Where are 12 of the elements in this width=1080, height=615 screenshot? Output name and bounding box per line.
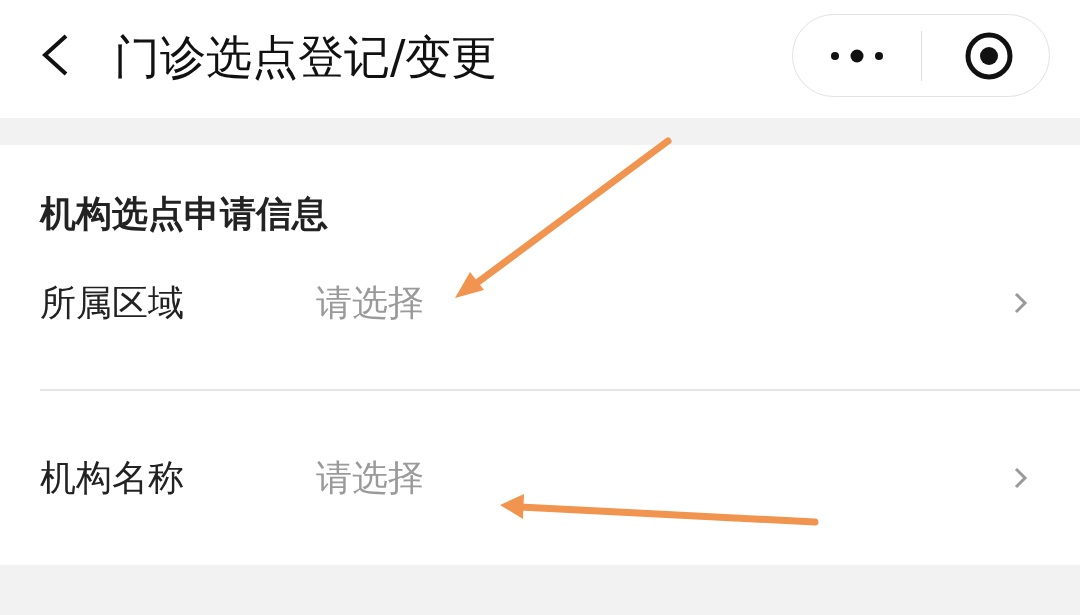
form-row[interactable]: 机构名称 请选择 bbox=[40, 391, 1080, 564]
back-icon[interactable] bbox=[40, 33, 70, 77]
select-placeholder: 请选择 bbox=[316, 455, 424, 500]
page-title: 门诊选点登记/变更 bbox=[114, 29, 498, 86]
chevron-right-icon bbox=[1014, 466, 1028, 489]
section-title: 机构选点申请信息 bbox=[40, 192, 329, 236]
field-label: 所属区域 bbox=[40, 280, 185, 325]
field-label: 机构名称 bbox=[40, 455, 185, 500]
select-placeholder: 请选择 bbox=[316, 280, 424, 325]
close-icon[interactable] bbox=[964, 30, 1014, 81]
chevron-right-icon bbox=[1014, 291, 1028, 314]
more-icon[interactable] bbox=[830, 48, 884, 63]
